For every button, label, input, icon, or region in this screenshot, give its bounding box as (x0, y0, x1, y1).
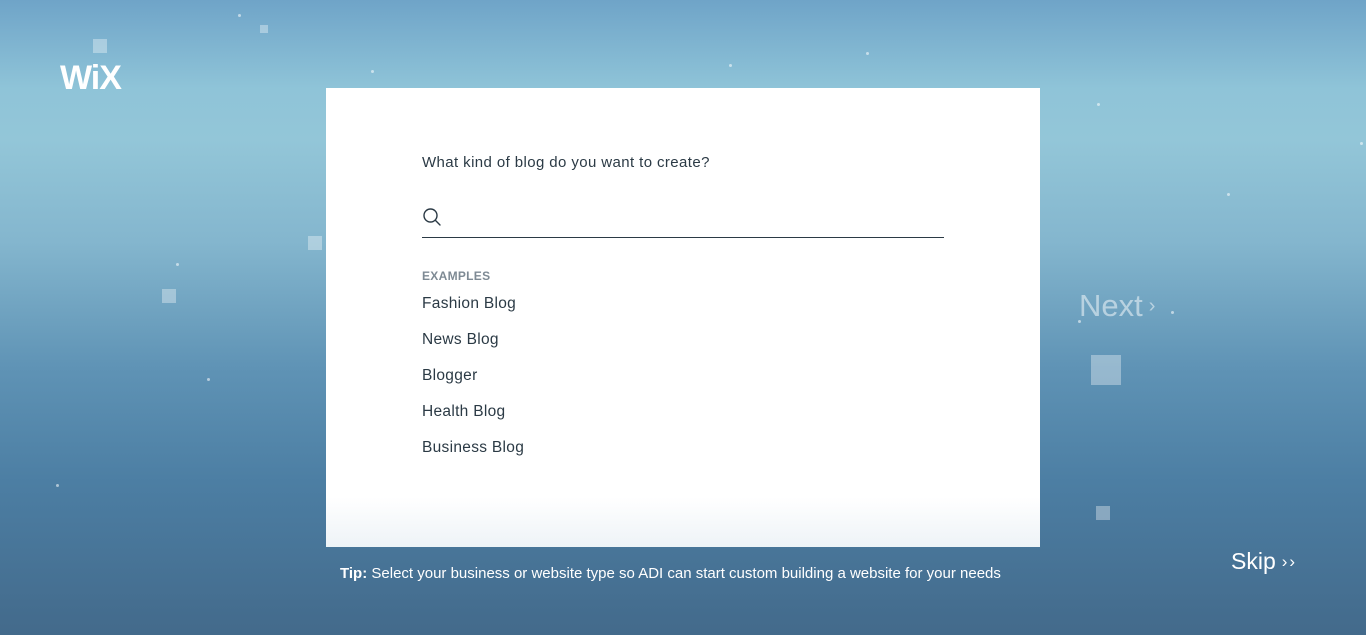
examples-heading: EXAMPLES (422, 269, 491, 283)
example-business-blog[interactable]: Business Blog (422, 438, 524, 474)
decorative-dot (1171, 311, 1174, 314)
decorative-square (260, 25, 268, 33)
background: WiX What kind of blog do you want to cre… (0, 0, 1366, 635)
decorative-dot (1227, 193, 1230, 196)
decorative-square (1091, 355, 1121, 385)
tip-text: Tip: Select your business or website typ… (340, 565, 1001, 582)
card-bottom-fade (326, 497, 1040, 547)
decorative-dot (56, 484, 59, 487)
decorative-dot (729, 64, 732, 67)
search-input[interactable] (450, 204, 940, 230)
decorative-dot (1097, 103, 1100, 106)
next-label: Next (1079, 288, 1143, 323)
example-blogger[interactable]: Blogger (422, 366, 524, 402)
chevron-right-icon: › (1148, 295, 1156, 317)
example-health-blog[interactable]: Health Blog (422, 402, 524, 438)
search-field[interactable] (422, 200, 944, 238)
skip-button[interactable]: Skip ›› (1231, 548, 1297, 575)
decorative-square (1096, 506, 1110, 520)
decorative-dot (1360, 142, 1363, 145)
tip-label: Tip: (340, 565, 368, 582)
examples-list: Fashion Blog News Blog Blogger Health Bl… (422, 294, 524, 474)
decorative-square (93, 39, 107, 53)
question-card: What kind of blog do you want to create?… (326, 88, 1040, 547)
decorative-dot (866, 52, 869, 55)
skip-label: Skip (1231, 548, 1276, 574)
wix-logo: WiX (60, 59, 122, 97)
decorative-square (308, 236, 322, 250)
decorative-dot (207, 378, 210, 381)
tip-message: Select your business or website type so … (371, 565, 1001, 582)
decorative-dot (371, 70, 374, 73)
decorative-dot (238, 14, 241, 17)
decorative-square (162, 289, 176, 303)
search-icon (423, 208, 441, 226)
double-chevron-right-icon: ›› (1281, 552, 1298, 571)
example-fashion-blog[interactable]: Fashion Blog (422, 294, 524, 330)
example-news-blog[interactable]: News Blog (422, 330, 524, 366)
next-button[interactable]: Next › (1079, 288, 1155, 324)
question-heading: What kind of blog do you want to create? (422, 154, 710, 171)
decorative-dot (176, 263, 179, 266)
